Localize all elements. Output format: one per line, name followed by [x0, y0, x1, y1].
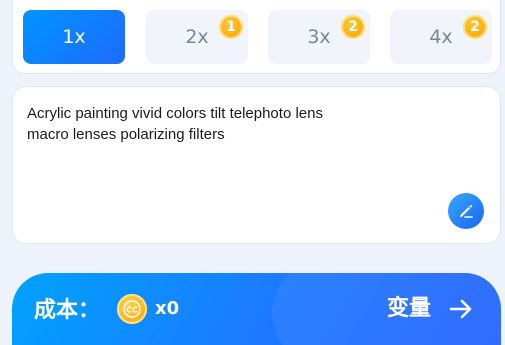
- count-badge: 1: [219, 15, 243, 39]
- multiplier-3x-button[interactable]: 3x 2: [268, 10, 370, 64]
- multiplier-label: 2x: [185, 26, 209, 48]
- count-badge: 2: [341, 15, 365, 39]
- multiplier-1x-button[interactable]: 1x: [23, 10, 125, 64]
- prompt-card: Acrylic painting vivid colors tilt telep…: [12, 86, 501, 244]
- coin-icon: CC: [117, 294, 147, 324]
- submit-button[interactable]: 变量: [387, 290, 431, 322]
- prompt-text[interactable]: Acrylic painting vivid colors tilt telep…: [27, 103, 427, 145]
- multiplier-label: 3x: [307, 26, 331, 48]
- count-badge: 2: [463, 15, 487, 39]
- cost-value: x0: [155, 298, 180, 319]
- multiplier-4x-button[interactable]: 4x 2: [390, 10, 492, 64]
- arrow-right-icon[interactable]: [449, 299, 473, 319]
- cost-label: 成本：: [34, 298, 101, 323]
- edit-prompt-button[interactable]: [448, 193, 484, 229]
- multiplier-label: 4x: [429, 26, 453, 48]
- multiplier-label: 1x: [62, 26, 86, 48]
- action-bar: 成本： CC x0 变量: [12, 273, 501, 345]
- multiplier-selector: 1x 2x 1 3x 2 4x 2: [12, 0, 501, 74]
- coin-glyph: CC: [126, 306, 138, 315]
- pencil-icon: [460, 204, 473, 218]
- multiplier-2x-button[interactable]: 2x 1: [146, 10, 248, 64]
